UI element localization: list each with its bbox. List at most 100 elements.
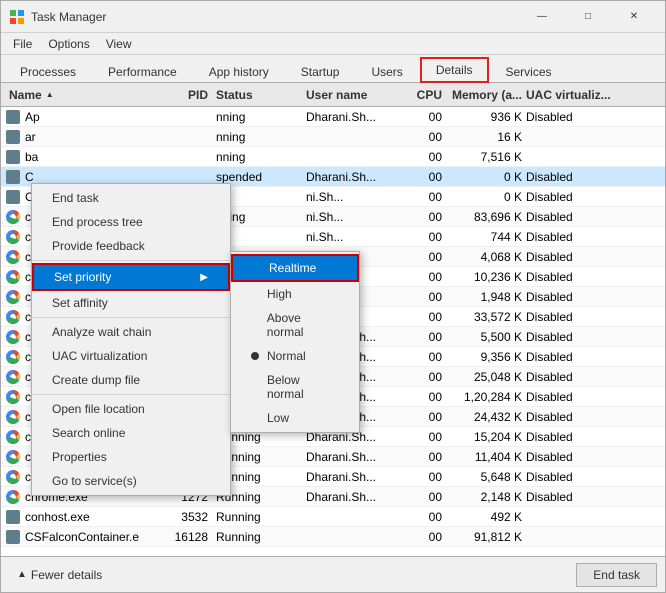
cell-mem: 2,148 K [446, 490, 526, 504]
cell-cpu: 00 [406, 250, 446, 264]
tab-details[interactable]: Details [420, 57, 489, 83]
cell-uac: Disabled [526, 210, 616, 224]
menu-options[interactable]: Options [40, 35, 97, 53]
cell-user: ni.Sh... [306, 230, 406, 244]
cell-cpu: 00 [406, 510, 446, 524]
ctx-search-online[interactable]: Search online [32, 421, 230, 445]
tab-services[interactable]: Services [491, 60, 567, 83]
process-icon [5, 149, 21, 165]
ctx-analyze-wait-chain[interactable]: Analyze wait chain [32, 320, 230, 344]
ctx-go-to-service[interactable]: Go to service(s) [32, 469, 230, 493]
col-header-pid[interactable]: PID [161, 88, 216, 102]
cell-mem: 9,356 K [446, 350, 526, 364]
submenu-arrow-icon: ▶ [200, 272, 208, 283]
cell-pid: 16128 [161, 530, 216, 544]
ctx-set-priority[interactable]: Set priority ▶ [32, 263, 230, 291]
tab-users[interactable]: Users [356, 60, 417, 83]
cell-mem: 91,812 K [446, 530, 526, 544]
cell-cpu: 00 [406, 210, 446, 224]
table-header: Name ▲ PID Status User name CPU Memory (… [1, 83, 665, 107]
process-icon [5, 329, 21, 345]
ctx-create-dump-file[interactable]: Create dump file [32, 368, 230, 392]
tab-performance[interactable]: Performance [93, 60, 192, 83]
cell-status: Running [216, 510, 306, 524]
cell-mem: 1,948 K [446, 290, 526, 304]
cell-mem: 744 K [446, 230, 526, 244]
title-bar-controls: — □ ✕ [519, 1, 657, 33]
ctx-properties[interactable]: Properties [32, 445, 230, 469]
tab-app-history[interactable]: App history [194, 60, 284, 83]
col-header-name[interactable]: Name ▲ [1, 88, 161, 102]
priority-below-normal-label: Below normal [267, 373, 339, 401]
process-icon [5, 249, 21, 265]
menu-file[interactable]: File [5, 35, 40, 53]
cell-mem: 10,236 K [446, 270, 526, 284]
ctx-set-affinity[interactable]: Set affinity [32, 291, 230, 315]
ctx-end-process-tree[interactable]: End process tree [32, 210, 230, 234]
process-icon [5, 429, 21, 445]
col-header-cpu[interactable]: CPU [406, 88, 446, 102]
cell-process-name: CSFalconContainer.e [1, 529, 161, 545]
process-icon [5, 449, 21, 465]
cell-cpu: 00 [406, 290, 446, 304]
cell-cpu: 00 [406, 230, 446, 244]
ctx-open-file-location[interactable]: Open file location [32, 397, 230, 421]
ctx-separator-3 [32, 394, 230, 395]
cell-status: nning [216, 110, 306, 124]
table-row[interactable]: ba nning 00 7,516 K [1, 147, 665, 167]
process-icon [5, 489, 21, 505]
cell-user: Dharani.Sh... [306, 110, 406, 124]
process-icon [5, 169, 21, 185]
cell-status: Running [216, 530, 306, 544]
cell-mem: 24,432 K [446, 410, 526, 424]
menu-view[interactable]: View [98, 35, 140, 53]
cell-mem: 11,404 K [446, 450, 526, 464]
ctx-provide-feedback[interactable]: Provide feedback [32, 234, 230, 258]
col-header-user[interactable]: User name [306, 88, 406, 102]
table-row[interactable]: conhost.exe 3532 Running 00 492 K [1, 507, 665, 527]
table-row[interactable]: ar nning 00 16 K [1, 127, 665, 147]
table-row[interactable]: Ap nning Dharani.Sh... 00 936 K Disabled [1, 107, 665, 127]
cell-cpu: 00 [406, 310, 446, 324]
cell-user: Dharani.Sh... [306, 490, 406, 504]
cell-user: ni.Sh... [306, 210, 406, 224]
menu-bar: File Options View [1, 33, 665, 55]
cell-uac: Disabled [526, 390, 616, 404]
priority-submenu: Realtime High Above normal Normal Below … [230, 251, 360, 433]
process-icon [5, 389, 21, 405]
cell-mem: 4,068 K [446, 250, 526, 264]
end-task-button[interactable]: End task [576, 563, 657, 587]
priority-above-normal[interactable]: Above normal [231, 306, 359, 344]
cell-status: nning [216, 150, 306, 164]
tab-startup[interactable]: Startup [286, 60, 355, 83]
priority-high[interactable]: High [231, 282, 359, 306]
cell-mem: 15,204 K [446, 430, 526, 444]
cell-cpu: 00 [406, 390, 446, 404]
priority-realtime[interactable]: Realtime [231, 254, 359, 282]
col-header-uac[interactable]: UAC virtualiz... [526, 88, 616, 102]
minimize-button[interactable]: — [519, 1, 565, 33]
process-icon [5, 349, 21, 365]
cell-uac: Disabled [526, 290, 616, 304]
fewer-details-arrow-icon: ▲ [17, 569, 27, 580]
ctx-uac-virtualization[interactable]: UAC virtualization [32, 344, 230, 368]
tab-processes[interactable]: Processes [5, 60, 91, 83]
process-icon [5, 509, 21, 525]
fewer-details-button[interactable]: ▲ Fewer details [9, 564, 110, 586]
maximize-button[interactable]: □ [565, 1, 611, 33]
table-row[interactable]: CSFalconContainer.e 16128 Running 00 91,… [1, 527, 665, 547]
cell-uac: Disabled [526, 110, 616, 124]
cell-cpu: 00 [406, 270, 446, 284]
priority-low[interactable]: Low [231, 406, 359, 430]
title-bar: Task Manager — □ ✕ [1, 1, 665, 33]
cell-uac: Disabled [526, 310, 616, 324]
ctx-end-task[interactable]: End task [32, 186, 230, 210]
process-icon [5, 409, 21, 425]
col-header-status[interactable]: Status [216, 88, 306, 102]
close-button[interactable]: ✕ [611, 1, 657, 33]
col-header-mem[interactable]: Memory (a... [446, 88, 526, 102]
process-icon [5, 309, 21, 325]
priority-below-normal[interactable]: Below normal [231, 368, 359, 406]
cell-status: spended [216, 170, 306, 184]
priority-normal[interactable]: Normal [231, 344, 359, 368]
